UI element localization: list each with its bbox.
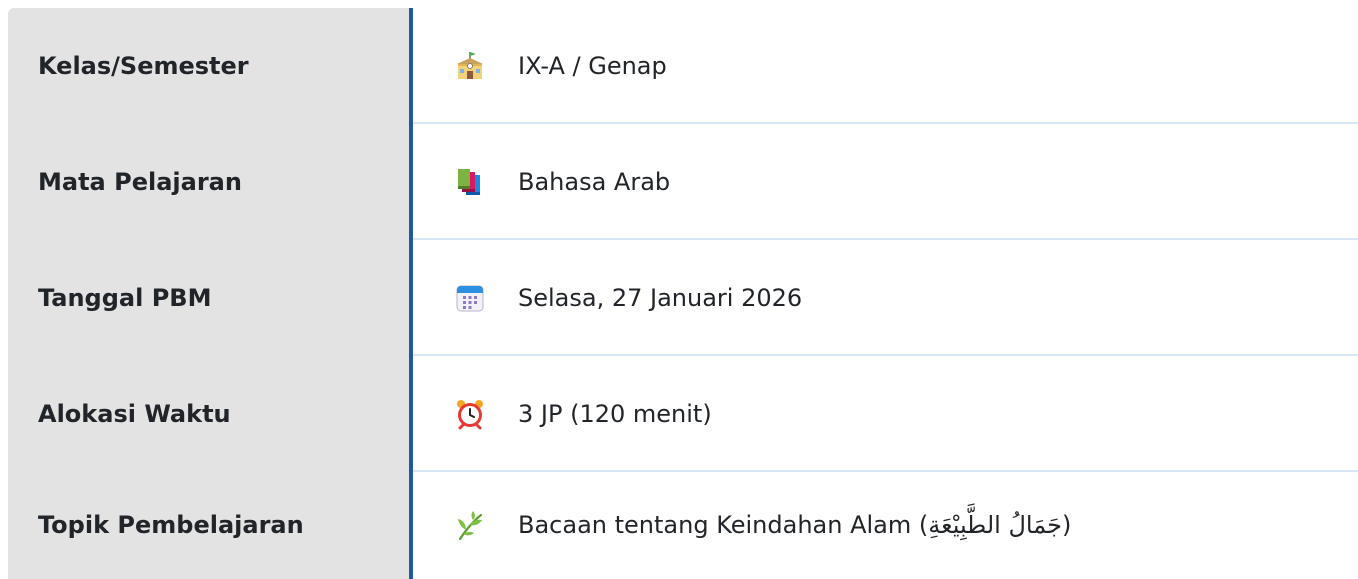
value-cell: IX-A / Genap	[413, 8, 1358, 124]
row-value: Bahasa Arab	[518, 168, 671, 196]
school-icon	[454, 50, 486, 82]
books-icon	[454, 166, 486, 198]
calendar-icon	[454, 282, 486, 314]
value-cell: Bacaan tentang Keindahan Alam (جَمَالُ ا…	[413, 472, 1358, 579]
herb-icon	[454, 510, 486, 542]
row-label: Kelas/Semester	[38, 52, 249, 80]
row-label: Alokasi Waktu	[38, 400, 231, 428]
alarm-clock-icon	[454, 398, 486, 430]
row-label: Topik Pembelajaran	[38, 511, 304, 539]
row-mata-pelajaran: Mata Pelajaran Bahasa Arab	[0, 124, 1358, 240]
row-value: IX-A / Genap	[518, 52, 667, 80]
info-table: Kelas/Semester IX-A / Genap Mata Pelajar…	[0, 0, 1358, 579]
value-cell: Bahasa Arab	[413, 124, 1358, 240]
row-topik-pembelajaran: Topik Pembelajaran Bacaan tentang Keinda…	[0, 472, 1358, 579]
row-kelas-semester: Kelas/Semester IX-A / Genap	[0, 8, 1358, 124]
row-value: Selasa, 27 Januari 2026	[518, 284, 803, 312]
row-tanggal-pbm: Tanggal PBM Selasa, 27 Januari 2026	[0, 240, 1358, 356]
row-alokasi-waktu: Alokasi Waktu 3 JP (120 menit)	[0, 356, 1358, 472]
row-label: Tanggal PBM	[38, 284, 212, 312]
row-value: 3 JP (120 menit)	[518, 400, 712, 428]
row-value: Bacaan tentang Keindahan Alam (جَمَالُ ا…	[518, 511, 1072, 539]
value-cell: Selasa, 27 Januari 2026	[413, 240, 1358, 356]
row-label: Mata Pelajaran	[38, 168, 242, 196]
value-cell: 3 JP (120 menit)	[413, 356, 1358, 472]
